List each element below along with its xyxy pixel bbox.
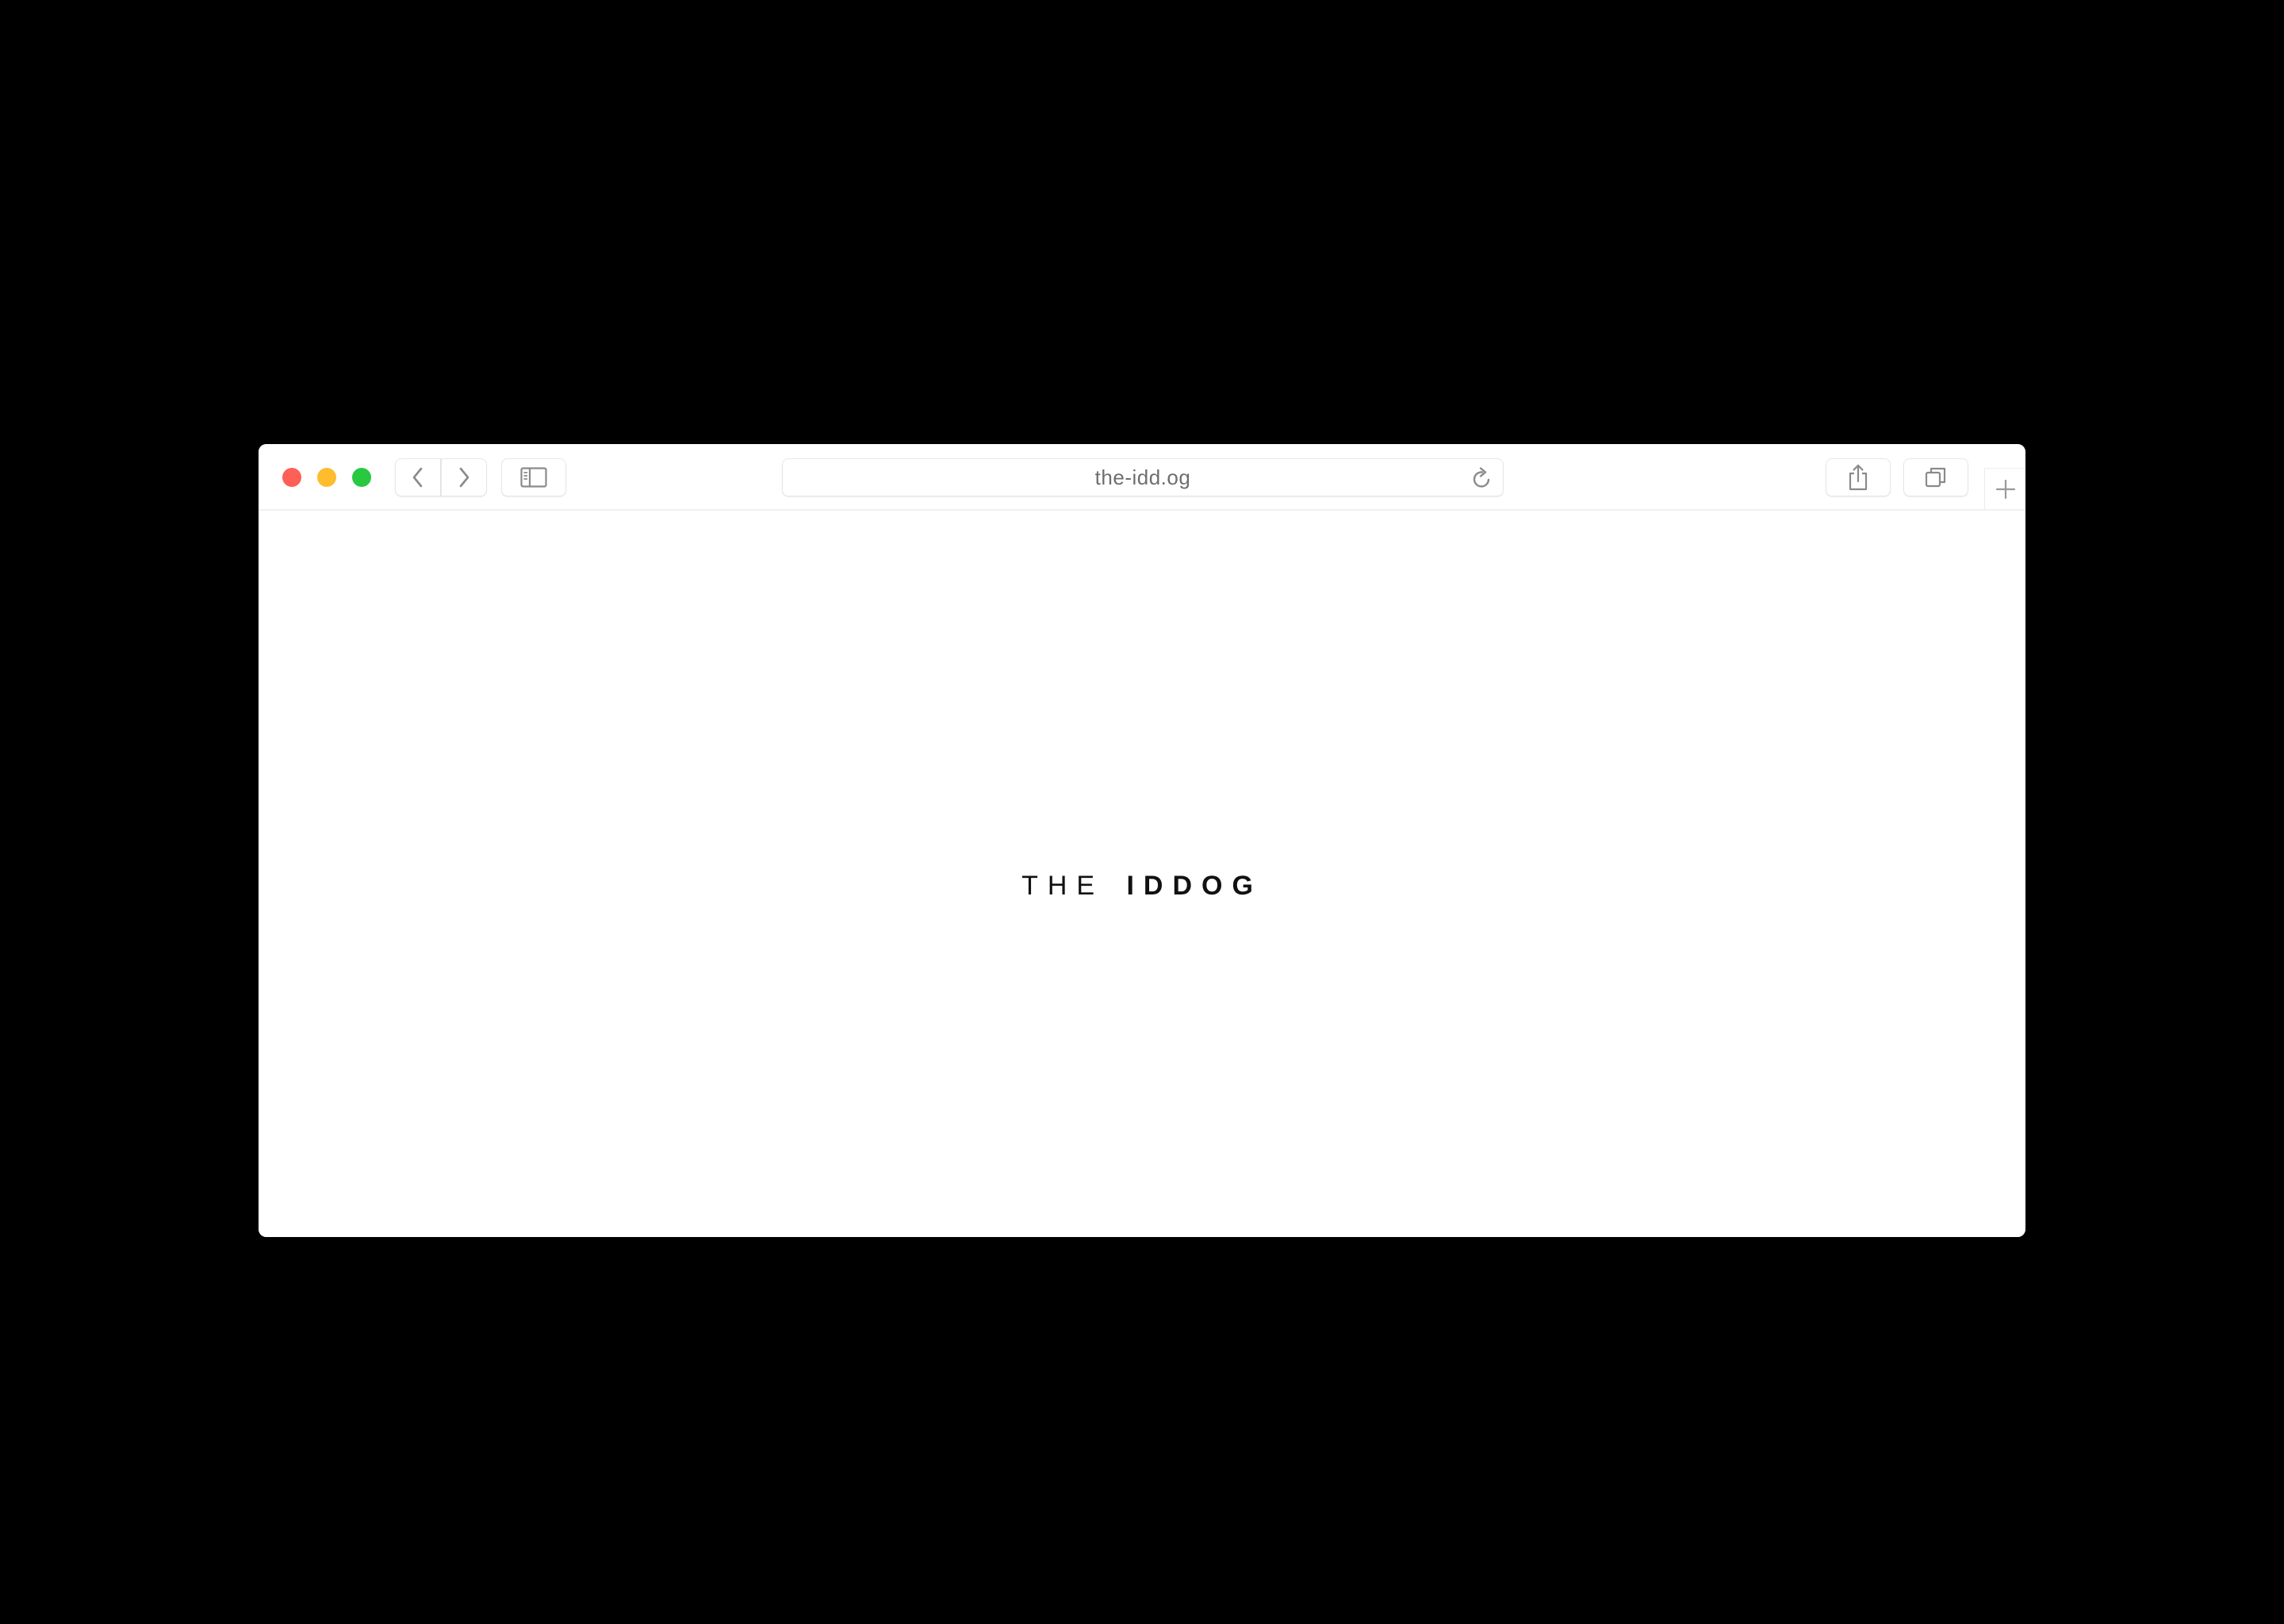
logo-text-bold: IDDOG	[1126, 871, 1263, 901]
address-bar[interactable]: the-idd.og	[782, 458, 1504, 496]
share-button[interactable]	[1826, 458, 1891, 496]
chevron-right-icon	[456, 466, 472, 488]
minimize-window-button[interactable]	[317, 468, 336, 487]
tabs-overview-button[interactable]	[1903, 458, 1968, 496]
reload-icon	[1471, 466, 1493, 490]
new-tab-button[interactable]	[1984, 468, 2025, 509]
share-icon	[1848, 464, 1868, 491]
sidebar-button[interactable]	[501, 458, 566, 496]
browser-toolbar: the-idd.og	[259, 444, 2025, 511]
reload-button[interactable]	[1470, 465, 1495, 491]
zoom-window-button[interactable]	[352, 468, 371, 487]
address-text: the-idd.og	[1094, 465, 1191, 489]
page-content: THE IDDOG	[259, 511, 2025, 1237]
logo-spacer	[1112, 871, 1119, 901]
logo-text-light: THE	[1021, 871, 1105, 901]
plus-icon	[1995, 479, 2016, 500]
chevron-left-icon	[410, 466, 426, 488]
browser-window: the-idd.og THE IDDOG	[259, 444, 2025, 1237]
back-button[interactable]	[395, 458, 441, 496]
forward-button[interactable]	[441, 458, 487, 496]
close-window-button[interactable]	[282, 468, 301, 487]
sidebar-icon	[520, 467, 547, 488]
site-logo[interactable]: THE IDDOG	[259, 871, 2025, 902]
tabs-overview-icon	[1925, 466, 1947, 488]
